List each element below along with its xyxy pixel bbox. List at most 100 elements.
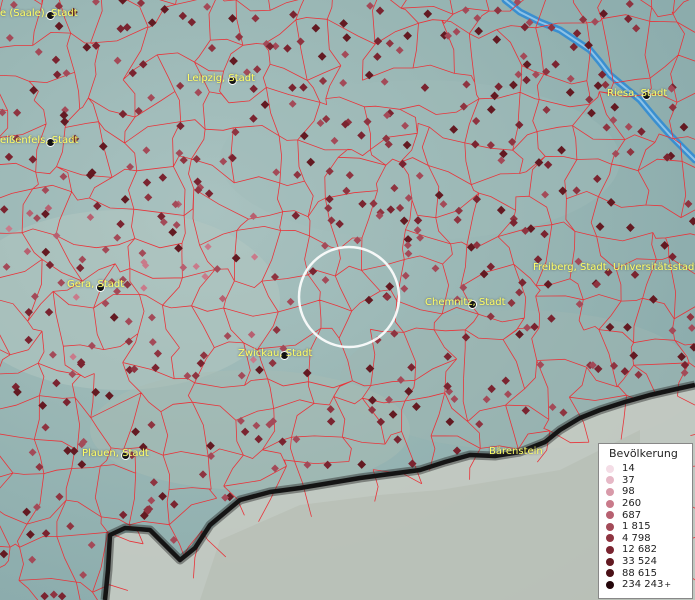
- city-label-riesa[interactable]: Riesa, Stadt: [607, 88, 667, 99]
- population-point: [385, 282, 395, 291]
- population-point: [98, 141, 108, 151]
- population-point: [595, 222, 605, 231]
- legend-swatch: [606, 580, 614, 589]
- population-point: [179, 156, 188, 165]
- population-point: [288, 83, 297, 92]
- population-point: [228, 14, 237, 23]
- population-point: [668, 326, 677, 335]
- population-point: [540, 229, 549, 239]
- legend-row: 37: [603, 475, 688, 487]
- population-point: [308, 267, 318, 276]
- legend-swatch: [606, 487, 614, 496]
- population-point: [626, 223, 635, 232]
- population-point: [474, 26, 484, 36]
- population-point: [593, 81, 603, 91]
- legend-swatch: [606, 499, 614, 508]
- population-point: [679, 122, 689, 132]
- population-point: [431, 264, 440, 273]
- population-point: [373, 52, 382, 61]
- city-label-plauen[interactable]: Plauen, Stadt: [82, 448, 149, 459]
- population-point: [229, 56, 238, 66]
- population-point: [632, 24, 641, 33]
- population-point: [147, 18, 157, 28]
- legend-label: 88 615: [622, 567, 657, 579]
- population-point: [649, 295, 658, 304]
- population-point: [599, 9, 608, 19]
- population-point: [79, 571, 88, 579]
- population-point: [493, 6, 502, 15]
- population-point: [54, 21, 64, 31]
- city-label-weissenfels[interactable]: eißenfels, Stadt: [0, 135, 78, 146]
- city-label-zwickau[interactable]: Zwickau, Stadt: [238, 348, 312, 359]
- legend-row: 14: [603, 463, 688, 475]
- population-point: [62, 397, 71, 407]
- population-point: [260, 100, 270, 110]
- legend-swatch: [606, 476, 614, 485]
- population-point: [626, 147, 635, 157]
- city-label-freiberg[interactable]: Freiberg, Stadt, Universitätsstadt: [533, 262, 695, 273]
- city-label-baerenstein[interactable]: Bärenstein: [489, 446, 543, 457]
- population-point: [566, 74, 575, 83]
- population-point: [170, 500, 179, 509]
- legend-label: 260: [622, 498, 642, 510]
- population-point: [452, 27, 461, 36]
- population-point: [55, 492, 64, 501]
- population-point: [28, 555, 37, 564]
- population-point: [507, 298, 516, 307]
- population-point: [5, 34, 14, 42]
- legend-swatch: [606, 569, 614, 578]
- population-point: [91, 387, 101, 397]
- map-canvas[interactable]: e (Saale), Stadt Leipzig, Stadt Riesa, S…: [0, 0, 695, 600]
- population-point: [286, 297, 295, 306]
- population-point: [637, 127, 646, 136]
- legend-swatch: [606, 464, 614, 473]
- population-point: [459, 283, 468, 292]
- population-point: [624, 122, 633, 131]
- population-point: [249, 84, 258, 94]
- population-point: [587, 108, 596, 118]
- population-point: [203, 2, 212, 11]
- legend-title: Bevölkerung: [609, 447, 678, 460]
- city-label-chemnitz[interactable]: Chemnitz, Stadt: [425, 297, 506, 308]
- population-point: [149, 478, 158, 487]
- city-label-gera[interactable]: Gera, Stadt: [67, 279, 124, 290]
- population-point: [158, 491, 167, 501]
- population-point: [4, 152, 14, 162]
- population-point: [57, 592, 67, 600]
- population-point: [142, 146, 151, 155]
- legend-row: 1 815: [603, 521, 688, 533]
- population-point: [0, 549, 9, 559]
- legend-swatch: [606, 511, 614, 520]
- population-point: [13, 108, 22, 117]
- population-point: [26, 209, 34, 217]
- population-point: [341, 50, 350, 59]
- population-point: [116, 24, 125, 34]
- legend-row: 33 524: [603, 556, 688, 568]
- population-point: [403, 31, 412, 41]
- population-point: [364, 295, 374, 305]
- city-label-leipzig[interactable]: Leipzig, Stadt: [187, 73, 255, 84]
- population-point: [158, 173, 168, 182]
- population-point: [515, 288, 524, 297]
- population-point: [317, 52, 327, 61]
- population-point: [118, 510, 128, 520]
- population-point: [687, 324, 695, 332]
- population-point: [543, 280, 553, 289]
- legend-row: 234 243 +: [603, 579, 688, 591]
- legend-label: 98: [622, 486, 635, 498]
- population-point: [473, 14, 482, 23]
- population-point: [0, 205, 9, 214]
- legend-row: 687: [603, 509, 688, 521]
- population-point: [311, 23, 321, 33]
- population-point: [28, 155, 38, 164]
- population-point: [118, 0, 128, 5]
- population-point: [299, 83, 308, 92]
- population-point: [522, 60, 532, 69]
- population-point: [207, 44, 217, 53]
- population-point: [178, 11, 188, 21]
- city-label-halle[interactable]: e (Saale), Stadt: [0, 8, 78, 19]
- legend-label: 687: [622, 509, 642, 521]
- population-point: [283, 44, 292, 53]
- population-point: [62, 69, 71, 77]
- population-point: [609, 116, 618, 125]
